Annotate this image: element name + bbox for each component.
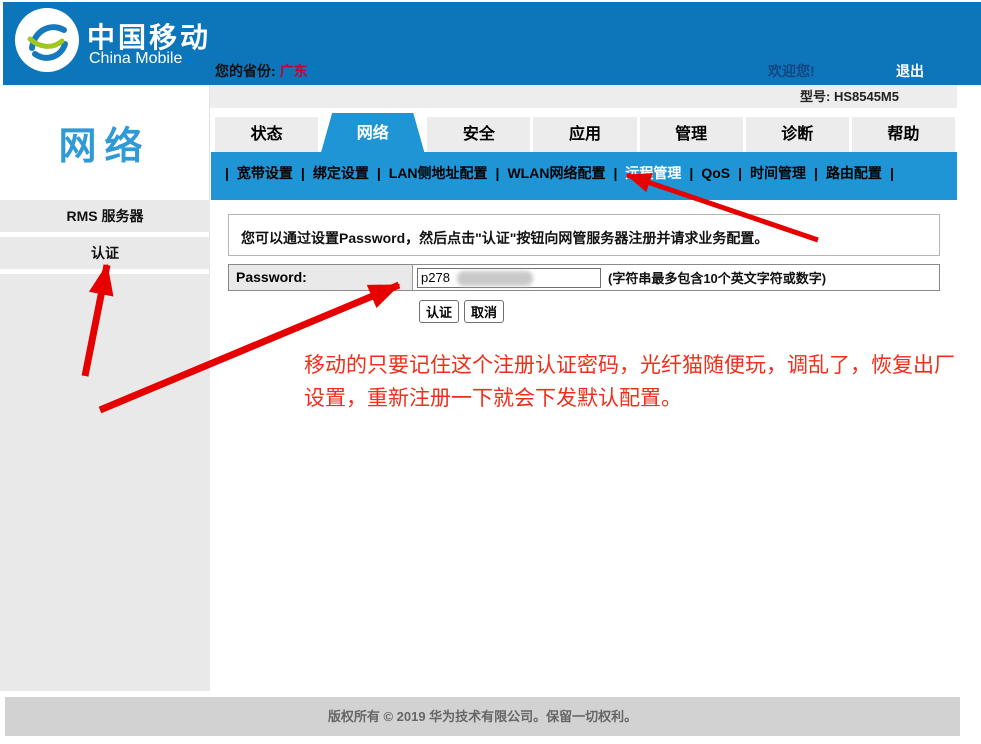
- top-header: 中国移动 China Mobile 您的省份:广东 欢迎您! 退出: [3, 2, 981, 85]
- password-input-wrap: [417, 268, 601, 288]
- auth-button[interactable]: 认证: [419, 300, 459, 323]
- censored-blur-overlay: [457, 271, 533, 286]
- tab-status[interactable]: 状态: [215, 117, 318, 152]
- annotation-line-1: 移动的只要记住这个注册认证密码，光纤猫随便玩，调乱了，恢复出厂: [304, 349, 955, 382]
- password-label: Password:: [229, 265, 413, 290]
- subnav-item-remote-management[interactable]: 远程管理: [625, 165, 681, 181]
- subnav-separator: |: [225, 165, 229, 181]
- model-bar: 型号: HS8545M5: [210, 85, 957, 108]
- action-buttons: 认证 取消: [419, 300, 504, 323]
- province-value: 广东: [280, 63, 308, 79]
- province-label: 您的省份:: [215, 63, 276, 79]
- info-box: 您可以通过设置Password，然后点击"认证"按钮向网管服务器注册并请求业务配…: [228, 214, 940, 256]
- sidebar-item-rms-server[interactable]: RMS 服务器: [0, 200, 210, 232]
- sidebar-section-title: 网络: [0, 115, 209, 170]
- footer-bar: 版权所有 © 2019 华为技术有限公司。保留一切权利。: [5, 697, 960, 736]
- subnav-separator: |: [301, 165, 305, 181]
- password-value-cell: (字符串最多包含10个英文字符或数字): [413, 265, 939, 290]
- subnav-item-wlan[interactable]: WLAN网络配置: [507, 165, 605, 181]
- sidebar-menu: RMS 服务器 认证: [0, 200, 210, 274]
- subnav-separator: |: [689, 165, 693, 181]
- annotation-text: 移动的只要记住这个注册认证密码，光纤猫随便玩，调乱了，恢复出厂 设置，重新注册一…: [304, 349, 955, 415]
- password-row: Password: (字符串最多包含10个英文字符或数字): [228, 264, 940, 291]
- china-mobile-logo-icon: [14, 7, 80, 73]
- tab-management[interactable]: 管理: [640, 117, 743, 152]
- sidebar-item-auth[interactable]: 认证: [0, 237, 210, 269]
- annotation-line-2: 设置，重新注册一下就会下发默认配置。: [304, 382, 955, 415]
- subnav-separator: |: [890, 165, 894, 181]
- subnav-item-routing[interactable]: 路由配置: [826, 165, 882, 181]
- tab-diagnosis[interactable]: 诊断: [746, 117, 849, 152]
- subnav-item-time-management[interactable]: 时间管理: [750, 165, 806, 181]
- subnav-separator: |: [613, 165, 617, 181]
- subnav-item-broadband[interactable]: 宽带设置: [237, 165, 293, 181]
- tab-security[interactable]: 安全: [427, 117, 530, 152]
- main-tabs: 状态 网络 安全 应用 管理 诊断 帮助: [215, 113, 955, 152]
- subnav-separator: |: [738, 165, 742, 181]
- subnav-item-lan-address[interactable]: LAN侧地址配置: [389, 165, 488, 181]
- welcome-text: 欢迎您!: [768, 61, 815, 81]
- subnav-separator: |: [814, 165, 818, 181]
- info-text: 您可以通过设置Password，然后点击"认证"按钮向网管服务器注册并请求业务配…: [229, 215, 939, 248]
- device-model: 型号: HS8545M5: [800, 85, 899, 108]
- password-hint: (字符串最多包含10个英文字符或数字): [608, 268, 826, 287]
- sidebar: 网络 RMS 服务器 认证: [0, 85, 210, 691]
- sidebar-filler: [0, 274, 210, 691]
- brand-name-en: China Mobile: [89, 50, 182, 68]
- cancel-button[interactable]: 取消: [464, 300, 504, 323]
- tab-help[interactable]: 帮助: [852, 117, 955, 152]
- subnav-bar: | 宽带设置 | 绑定设置 | LAN侧地址配置 | WLAN网络配置 | 远程管理 | QoS | 时间…: [211, 152, 957, 200]
- router-admin-page: 中国移动 China Mobile 您的省份:广东 欢迎您! 退出 型号: HS…: [0, 0, 981, 744]
- province-indicator: 您的省份:广东: [215, 61, 308, 81]
- copyright-text: 版权所有 © 2019 华为技术有限公司。保留一切权利。: [5, 697, 960, 736]
- tab-network[interactable]: 网络: [321, 113, 424, 152]
- subnav-separator: |: [377, 165, 381, 181]
- subnav-item-binding[interactable]: 绑定设置: [313, 165, 369, 181]
- subnav-item-qos[interactable]: QoS: [701, 165, 730, 181]
- tab-application[interactable]: 应用: [533, 117, 636, 152]
- subnav-separator: |: [496, 165, 500, 181]
- logout-link[interactable]: 退出: [896, 61, 924, 81]
